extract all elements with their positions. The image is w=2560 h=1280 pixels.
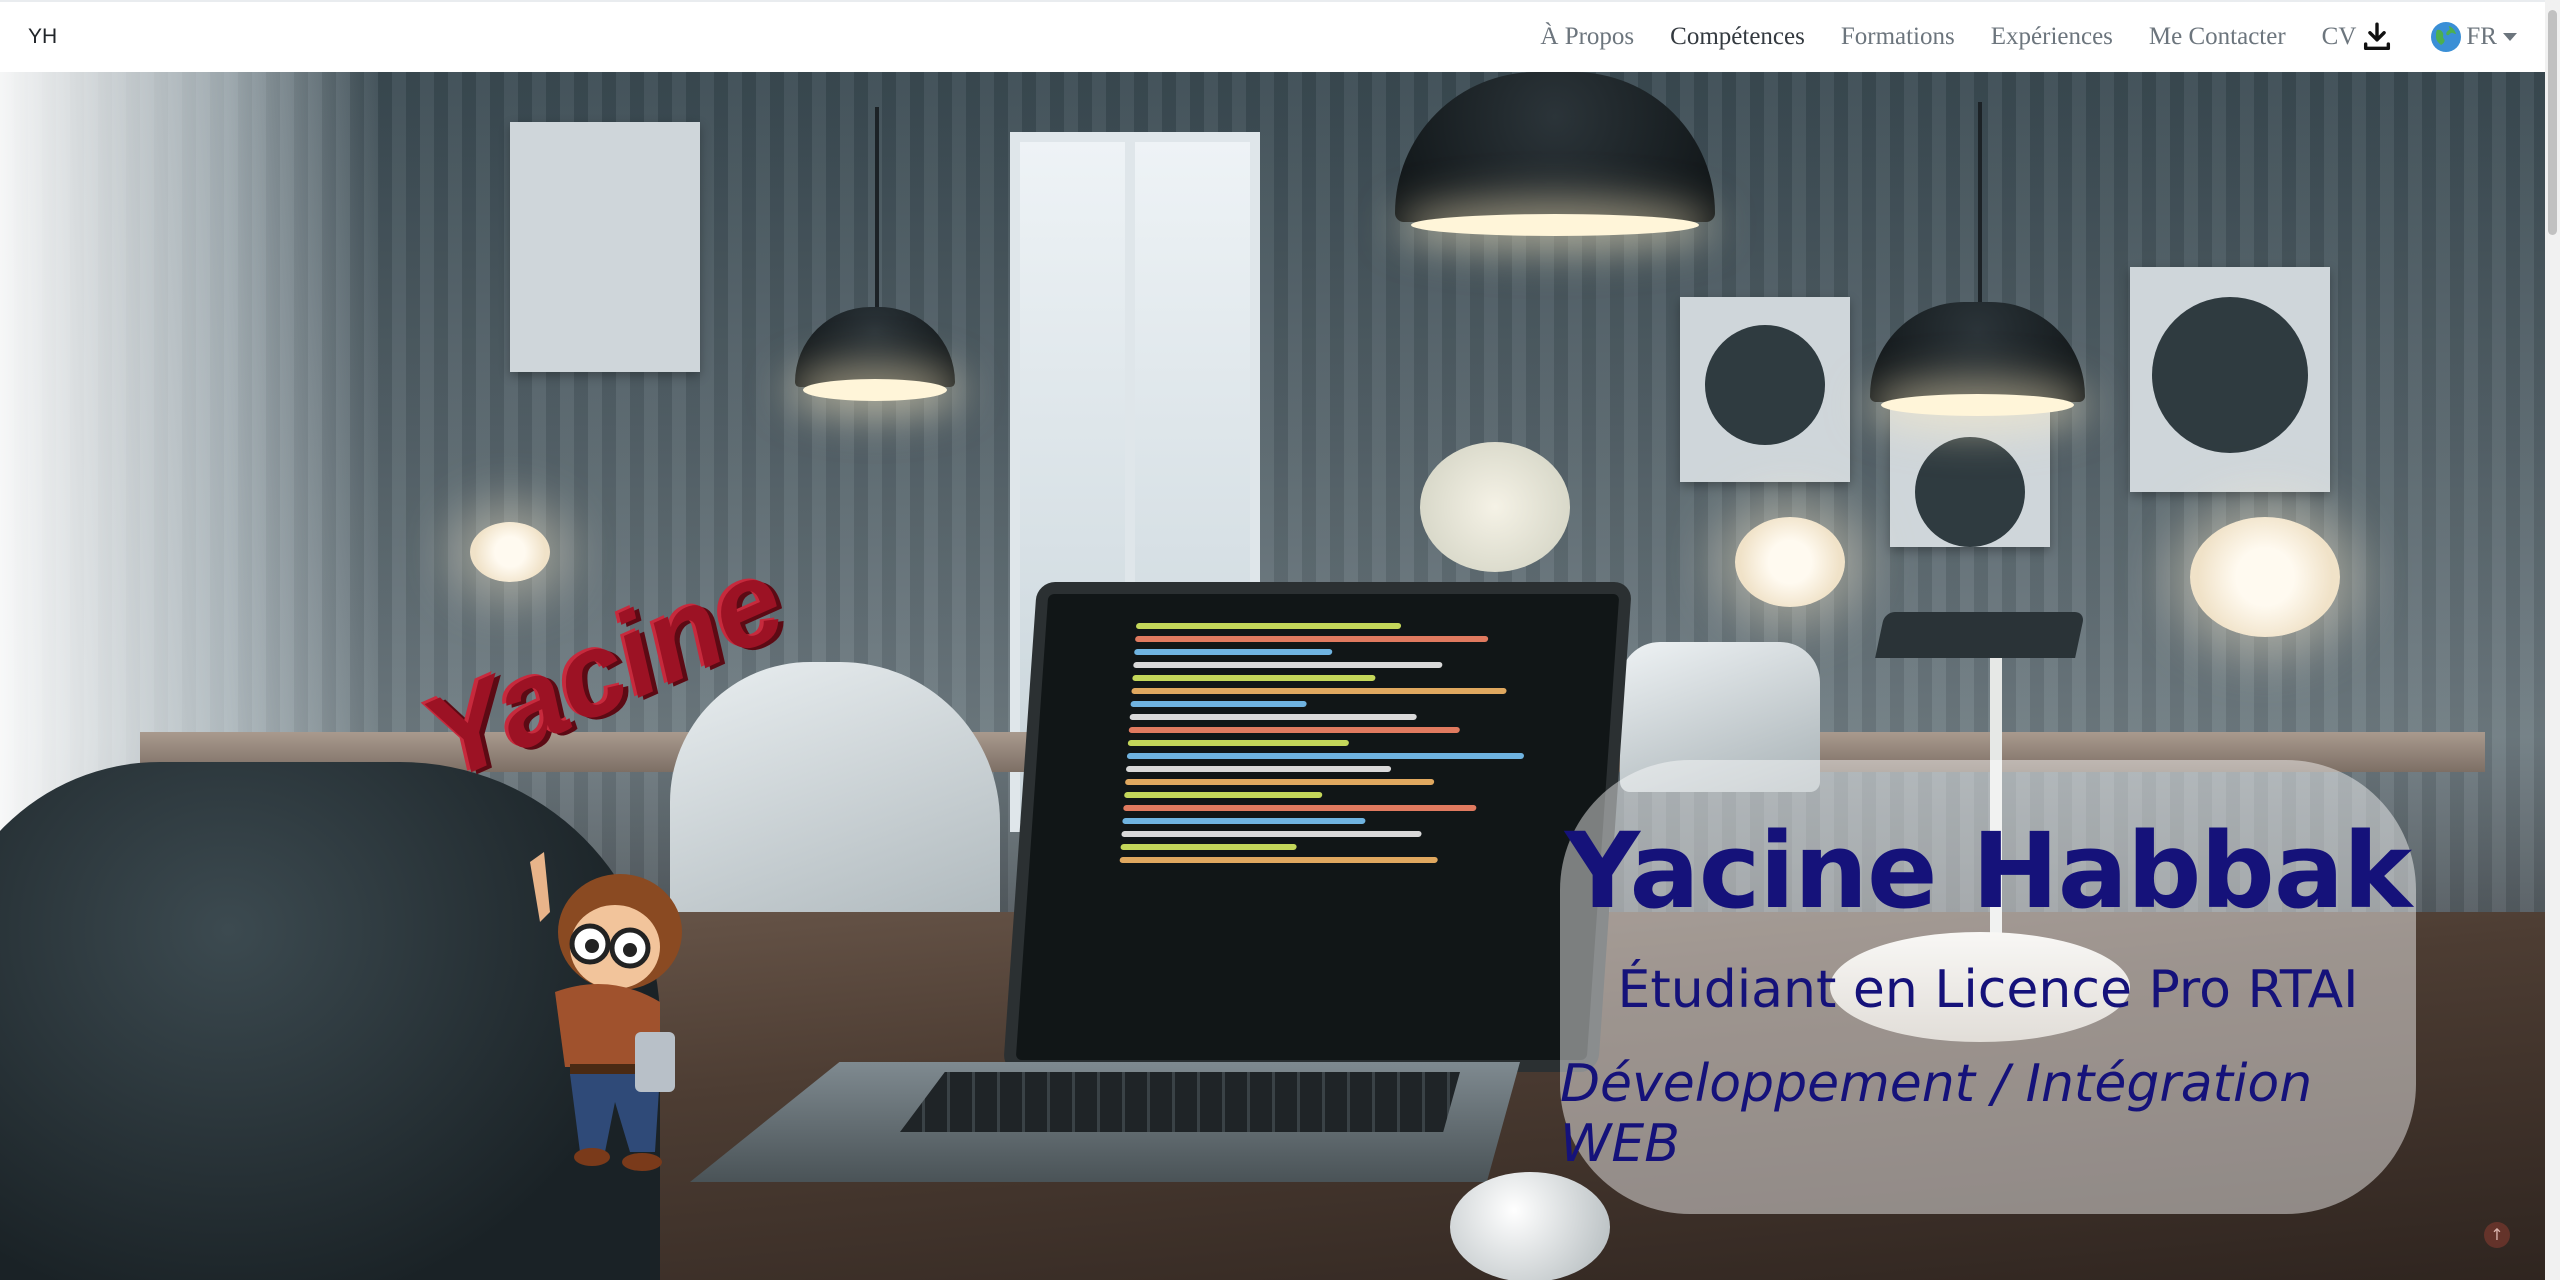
globe-icon <box>2431 22 2462 52</box>
pendant-lamp <box>795 107 955 401</box>
cv-download-link[interactable]: CV <box>2322 20 2395 54</box>
hero-name: Yacine Habbak <box>1564 810 2412 932</box>
hero-card: Yacine Habbak Étudiant en Licence Pro RT… <box>1560 760 2416 1214</box>
language-dropdown[interactable]: FR <box>2430 21 2517 53</box>
nav-link-formations[interactable]: Formations <box>1841 23 1955 51</box>
language-label: FR <box>2466 23 2497 50</box>
nav-link-a-propos[interactable]: À Propos <box>1540 23 1634 51</box>
pendant-lamp <box>1870 102 2085 416</box>
wall-frame <box>510 122 700 372</box>
hero-role: Développement / Intégration WEB <box>1560 1054 2313 1174</box>
chevron-down-icon <box>2503 33 2517 41</box>
wall-frame <box>2130 267 2330 492</box>
mascot-character <box>530 852 682 1171</box>
page-scrollbar[interactable] <box>2545 0 2560 1280</box>
nav-links: À Propos Compétences Formations Expérien… <box>1504 20 2517 54</box>
wall-lamp <box>2190 517 2340 637</box>
hero-subtitle: Étudiant en Licence Pro RTAI <box>1617 960 2359 1020</box>
flower-vase <box>1420 442 1570 572</box>
nav-link-experiences[interactable]: Expériences <box>1991 23 2113 51</box>
cv-label: CV <box>2321 23 2357 50</box>
desk-lamp-head <box>1875 612 2085 658</box>
scroll-to-top-button[interactable]: ↑ <box>2484 1222 2510 1248</box>
nav-link-me-contacter[interactable]: Me Contacter <box>2149 23 2286 51</box>
hero-section: Yacine Yacine Habbak Étudiant en Licence… <box>0 72 2545 1280</box>
download-icon <box>2364 22 2391 51</box>
wall-lamp <box>470 522 550 582</box>
nav-link-competences[interactable]: Compétences <box>1670 23 1805 51</box>
brand-logo[interactable]: YH <box>28 25 57 49</box>
arrow-up-icon: ↑ <box>2490 1225 2504 1244</box>
scrollbar-thumb[interactable] <box>2548 10 2557 235</box>
laptop-keyboard <box>900 1072 1460 1132</box>
top-navbar: YH À Propos Compétences Formations Expér… <box>0 0 2545 72</box>
pendant-lamp <box>1395 72 1715 236</box>
computer-mouse <box>1450 1172 1610 1280</box>
wall-frame <box>1680 297 1850 482</box>
wall-lamp <box>1735 517 1845 607</box>
laptop-screen <box>1002 582 1633 1072</box>
